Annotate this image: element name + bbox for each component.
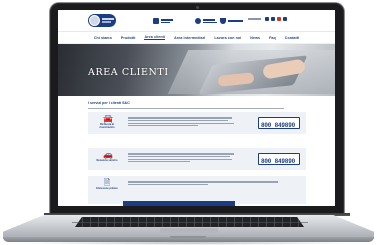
card-description [128,180,278,187]
section-intro [88,107,288,110]
header-contact-phone[interactable] [220,16,243,26]
trackpad [160,228,218,233]
service-card: 🚗 Denuncia sinistro ​ 800 849890 [88,148,306,170]
nav-item-area-intermediari[interactable]: Area intermediari [174,36,205,40]
card-footer-bar [123,201,235,206]
site-header [58,10,335,32]
card-description [128,116,234,128]
nav-item-faq[interactable]: Faq [269,36,276,40]
service-card: 🚘 Richiesta di risarcimento ​ 800 849890 [88,112,306,134]
social-links [248,17,287,21]
nav-item-area-clienti[interactable]: Area clienti [144,35,166,40]
main-nav: Chi siamo Prodotti Area clienti Area int… [58,32,335,44]
card-icon-block: 🚘 Richiesta di risarcimento [94,115,120,132]
card-label: Richiesta di risarcimento [99,123,115,129]
toll-free-number[interactable]: ​ 800 849890 [258,153,300,165]
keyboard-row-divider [72,222,308,223]
phone-icon [220,18,226,24]
linkedin-icon[interactable] [283,17,287,21]
card-label: Emissione polizze [96,187,118,190]
map-pin-icon [195,18,201,24]
logo-badge [89,15,100,26]
nav-item-prodotti[interactable]: Prodotti [121,36,136,40]
phone-number: 800 849890 [261,122,296,129]
hero-title: AREA CLIENTI [88,67,169,78]
document-icon: 🗎 [103,178,111,187]
twitter-icon[interactable] [271,17,275,21]
card-label: Denuncia sinistro [96,159,118,162]
service-card: 🗎 Emissione polizze [88,176,306,204]
laptop-screen: Chi siamo Prodotti Area clienti Area int… [58,10,335,206]
card-icon-block: 🚗 Denuncia sinistro [94,151,120,168]
nav-item-lavora-con-noi[interactable]: Lavora con noi [214,36,241,40]
phone-number: 800 849890 [261,158,296,165]
toll-free-number[interactable]: ​ 800 849890 [258,117,300,129]
laptop-mockup: Chi siamo Prodotti Area clienti Area int… [0,0,377,245]
youtube-icon[interactable] [277,17,281,21]
site-logo[interactable] [88,14,116,27]
car-icon: 🚘 [103,114,113,123]
header-contact-location[interactable] [195,16,217,26]
section-title: I servizi per i clienti S&C [88,101,130,105]
card-icon-block: 🗎 Emissione polizze [94,179,120,196]
building-icon [153,18,159,24]
card-description [128,152,234,164]
nav-item-contatti[interactable]: Contatti [285,36,299,40]
nav-item-chi-siamo[interactable]: Chi siamo [94,36,112,40]
facebook-icon[interactable] [265,17,269,21]
main-content: I servizi per i clienti S&C 🚘 Richiesta … [58,96,335,206]
nav-item-news[interactable]: News [250,36,260,40]
laptop-notch [170,236,206,238]
car-crash-icon: 🚗 [103,150,113,159]
header-contact-address[interactable] [153,16,173,26]
hero-banner: AREA CLIENTI [58,44,335,96]
camera-dot [196,6,199,9]
